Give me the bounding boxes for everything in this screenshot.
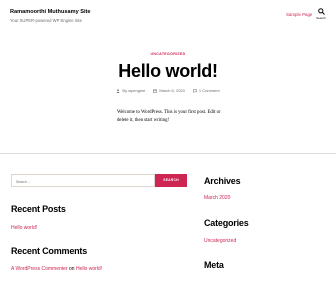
comment-post-link[interactable]: Hello world! [76, 266, 102, 272]
post-date[interactable]: March 6, 2020 [153, 88, 185, 93]
calendar-icon [153, 89, 158, 93]
site-header: Ramamoorthi Muthusamy Site Your SUPER-po… [0, 0, 336, 52]
post-comments[interactable]: 1 Comment [193, 88, 220, 93]
post-comments-label: 1 Comment [198, 88, 220, 93]
search-form: Search ... SEARCH [11, 174, 187, 187]
recent-posts-heading: Recent Posts [11, 204, 66, 214]
post-author-label: By wpengine [122, 88, 146, 93]
archives-heading: Archives [204, 176, 241, 186]
post-content: Welcome to WordPress. This is your first… [0, 103, 336, 153]
recent-comments-heading: Recent Comments [11, 246, 88, 256]
search-toggle-button[interactable]: Search [313, 8, 329, 28]
search-toggle-label: Search [316, 16, 326, 20]
comment-author-link[interactable]: A WordPress Commenter [11, 266, 68, 272]
post-header: UNCATEGORIZED Hello world! By wpengine M… [0, 52, 336, 103]
nav-link-sample-page[interactable]: Sample Page [286, 12, 312, 17]
site-title[interactable]: Ramamoorthi Muthusamy Site [10, 9, 91, 15]
post-category-link[interactable]: UNCATEGORIZED [0, 52, 336, 56]
recent-comment-item: A WordPress Commenter on Hello world! [11, 266, 102, 272]
category-link[interactable]: Uncategorized [204, 238, 236, 244]
categories-heading: Categories [204, 218, 249, 228]
archive-link[interactable]: March 2020 [204, 195, 230, 201]
search-input[interactable]: Search ... [11, 174, 155, 187]
comment-icon [193, 88, 197, 93]
user-icon [116, 88, 121, 93]
comment-connector: on [68, 266, 75, 272]
footer-widgets [0, 153, 336, 281]
post-body-text: Welcome to WordPress. This is your first… [117, 110, 221, 123]
search-icon [317, 8, 325, 15]
post-author[interactable]: By wpengine [116, 88, 145, 93]
post-date-label: March 6, 2020 [159, 88, 185, 93]
recent-post-link[interactable]: Hello world! [11, 225, 37, 231]
meta-heading: Meta [204, 260, 224, 270]
post-meta: By wpengine March 6, 2020 1 Comment [0, 88, 336, 93]
search-submit-button[interactable]: SEARCH [155, 174, 187, 187]
post-title[interactable]: Hello world! [0, 61, 336, 82]
site-description: Your SUPER-powered WP Engine Site [10, 18, 82, 23]
